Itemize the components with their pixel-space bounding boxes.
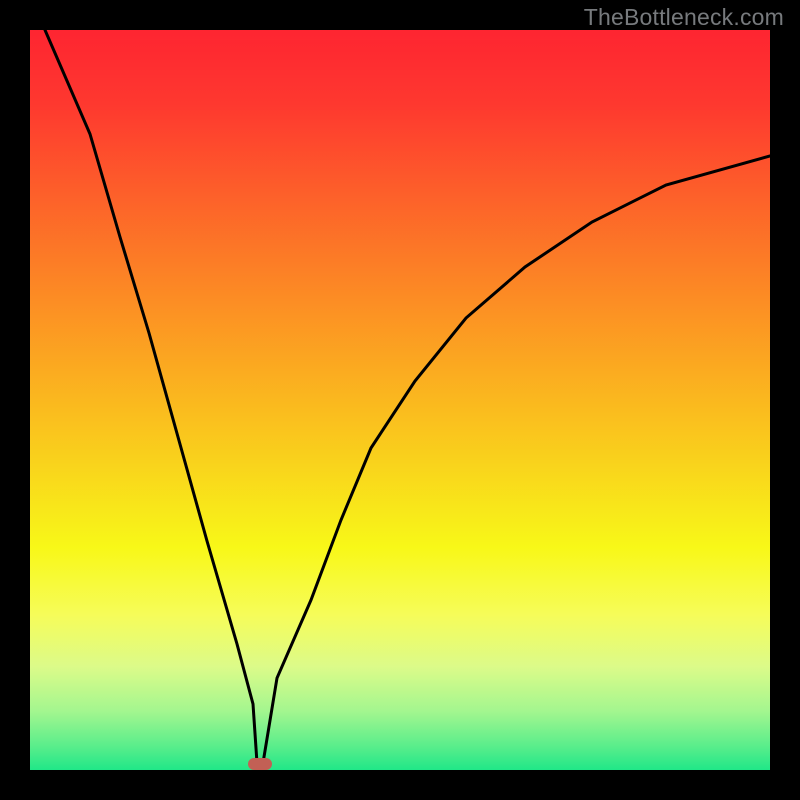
watermark-text: TheBottleneck.com [584,4,784,31]
bottleneck-curve [45,30,770,767]
optimal-marker [248,758,272,770]
plot-area [30,30,770,770]
chart-frame: TheBottleneck.com [0,0,800,800]
curve-svg [30,30,770,770]
